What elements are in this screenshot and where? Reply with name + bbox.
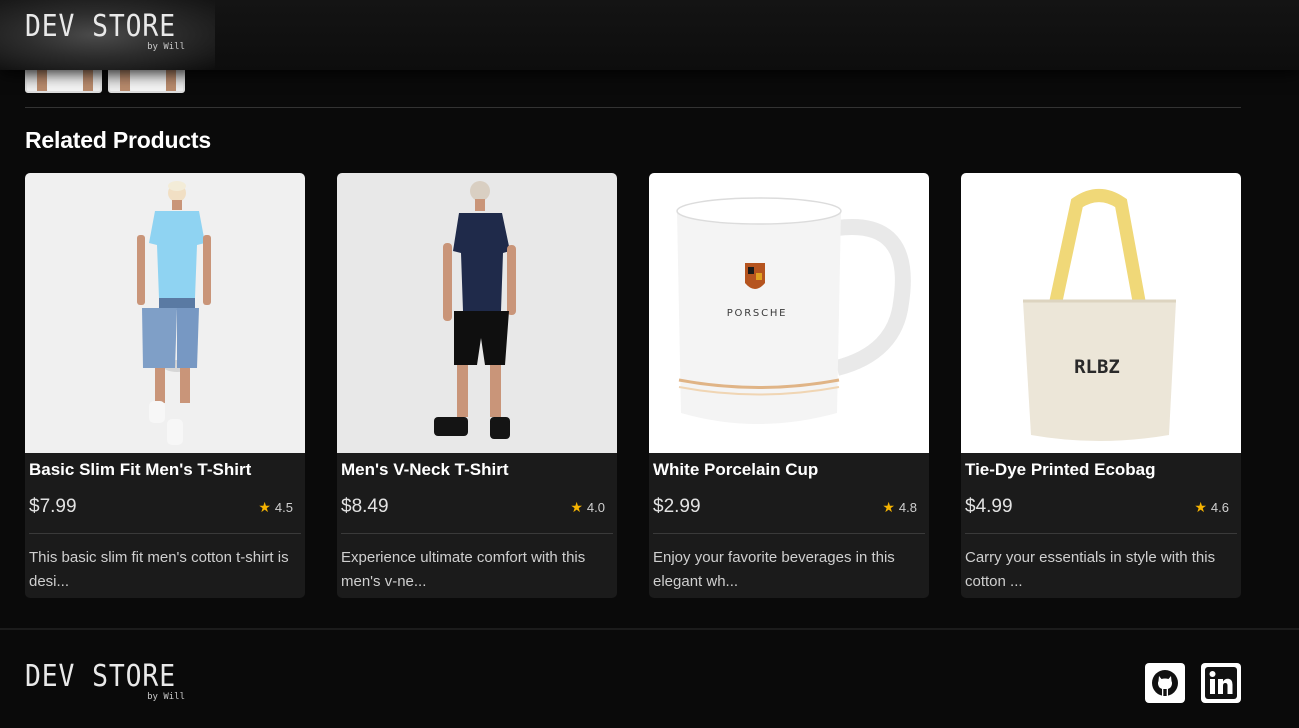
footer-brand-byline: by Will — [147, 692, 185, 702]
site-header: DEV STORE by Will — [0, 0, 1299, 70]
product-description: This basic slim fit men's cotton t-shirt… — [29, 549, 289, 590]
product-rating: ★ 4.8 — [882, 499, 917, 516]
linkedin-icon[interactable] — [1201, 663, 1241, 703]
product-card[interactable]: PORSCHE White Porcelain Cup $2.99 ★ 4.8 … — [649, 173, 929, 598]
product-description: Enjoy your favorite beverages in this el… — [653, 549, 895, 590]
card-divider — [341, 533, 613, 534]
product-image[interactable]: PORSCHE — [649, 173, 929, 453]
card-divider — [653, 533, 925, 534]
product-description: Experience ultimate comfort with this me… — [341, 549, 586, 590]
product-rating: ★ 4.0 — [570, 499, 605, 516]
product-description: Carry your essentials in style with this… — [965, 549, 1216, 590]
product-image[interactable] — [25, 173, 305, 453]
brand-byline: by Will — [147, 42, 185, 52]
rating-value: 4.6 — [1210, 500, 1229, 515]
product-card[interactable]: RLBZ Tie-Dye Printed Ecobag $4.99 ★ 4.6 … — [961, 173, 1241, 598]
bag-print-text: RLBZ — [1074, 356, 1120, 378]
product-price: $2.99 — [653, 496, 701, 517]
card-divider — [29, 533, 301, 534]
footer-brand-name: DEV STORE — [25, 659, 176, 694]
brand-logo[interactable]: DEV STORE by Will — [25, 10, 185, 55]
star-icon: ★ — [1194, 499, 1207, 515]
section-divider — [25, 107, 1241, 108]
product-name[interactable]: Tie-Dye Printed Ecobag — [965, 460, 1156, 480]
rating-value: 4.0 — [586, 500, 605, 515]
product-price: $7.99 — [29, 496, 77, 517]
related-products-heading: Related Products — [25, 127, 211, 153]
product-price: $8.49 — [341, 496, 389, 517]
product-image[interactable]: RLBZ — [961, 173, 1241, 453]
rating-value: 4.8 — [898, 500, 917, 515]
mug-brand-text: PORSCHE — [727, 308, 788, 319]
product-name[interactable]: Men's V-Neck T-Shirt — [341, 460, 508, 480]
footer-logo[interactable]: DEV STORE by Will — [25, 660, 185, 705]
product-name[interactable]: Basic Slim Fit Men's T-Shirt — [29, 460, 251, 480]
star-icon: ★ — [570, 499, 583, 515]
brand-name: DEV STORE — [25, 9, 176, 44]
rating-value: 4.5 — [274, 500, 293, 515]
footer-divider — [0, 628, 1299, 630]
product-image[interactable] — [337, 173, 617, 453]
github-icon[interactable] — [1145, 663, 1185, 703]
star-icon: ★ — [258, 499, 271, 515]
product-card[interactable]: Men's V-Neck T-Shirt $8.49 ★ 4.0 Experie… — [337, 173, 617, 598]
product-rating: ★ 4.5 — [258, 499, 293, 516]
product-card[interactable]: Basic Slim Fit Men's T-Shirt $7.99 ★ 4.5… — [25, 173, 305, 598]
product-name[interactable]: White Porcelain Cup — [653, 460, 818, 480]
product-price: $4.99 — [965, 496, 1013, 517]
product-rating: ★ 4.6 — [1194, 499, 1229, 516]
star-icon: ★ — [882, 499, 895, 515]
card-divider — [965, 533, 1237, 534]
